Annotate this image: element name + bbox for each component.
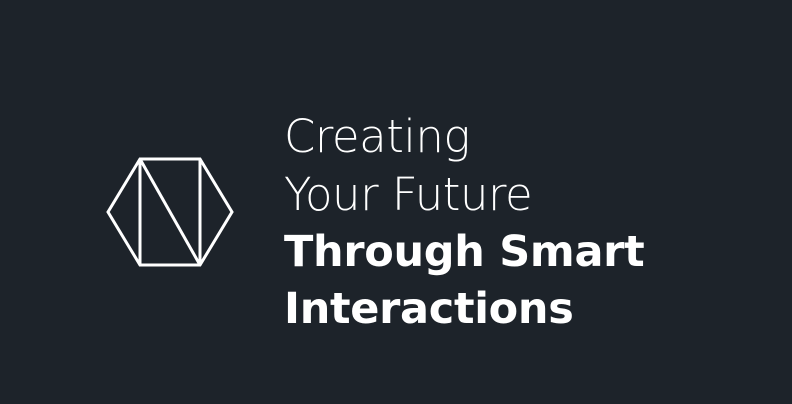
headline-line-creating: Creating — [284, 110, 470, 163]
hexagon-n-logo-icon — [106, 157, 234, 267]
headline-line-your-future: Your Future — [284, 168, 533, 221]
logo-n-diagonal — [138, 158, 202, 266]
headline-line-through-smart: Through Smart — [284, 227, 645, 277]
headline-line-interactions: Interactions — [284, 284, 574, 334]
headline: Creating Your Future Through Smart Inter… — [284, 108, 784, 338]
hero-banner: Creating Your Future Through Smart Inter… — [0, 0, 792, 404]
